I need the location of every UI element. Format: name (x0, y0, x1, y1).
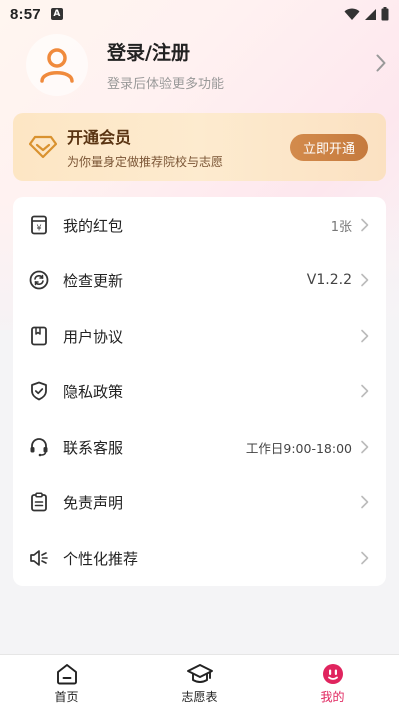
login-subtitle: 登录后体验更多功能 (107, 77, 225, 92)
bookmark-icon (29, 326, 49, 346)
battery-icon (381, 7, 389, 21)
graduation-cap-icon (186, 664, 213, 683)
user-icon (40, 48, 74, 83)
menu-label: 用户协议 (63, 327, 124, 346)
menu-label: 检查更新 (63, 271, 124, 290)
chevron-right-icon (361, 273, 369, 287)
tab-home[interactable]: 首页 (0, 655, 133, 711)
vip-text: 开通会员 为你量身定做推荐院校与志愿 (67, 124, 223, 170)
login-register-title[interactable]: 登录/注册 (107, 38, 224, 65)
tab-mine[interactable]: 我的 (266, 655, 399, 711)
tab-volunteer-form[interactable]: 志愿表 (133, 655, 266, 711)
red-packet-icon: ¥ (29, 215, 49, 235)
menu-item-red-packet[interactable]: ¥ 我的红包 1张 (13, 200, 386, 250)
refresh-icon (29, 270, 49, 290)
chevron-right-icon (361, 440, 369, 454)
menu-label: 我的红包 (63, 216, 124, 235)
tab-label: 志愿表 (181, 690, 218, 704)
menu-label: 免责声明 (63, 493, 124, 512)
menu-value: 1张 (330, 219, 352, 235)
wifi-icon (344, 8, 360, 20)
notification-a-icon: A (50, 8, 63, 20)
chevron-right-icon (361, 551, 369, 565)
tab-label: 我的 (320, 690, 345, 704)
vip-title: 开通会员 (67, 128, 132, 147)
menu-item-personalized-recommendation[interactable]: 个性化推荐 (13, 533, 386, 583)
chevron-right-icon[interactable] (376, 54, 386, 72)
chevron-right-icon (361, 495, 369, 509)
chevron-right-icon (361, 218, 369, 232)
settings-menu: ¥ 我的红包 1张 检查更新 V1.2.2 用户协议 隐私政策 联系客服 工作日… (13, 197, 386, 586)
vip-banner[interactable]: 开通会员 为你量身定做推荐院校与志愿 立即开通 (13, 113, 386, 181)
menu-item-privacy-policy[interactable]: 隐私政策 (13, 366, 386, 416)
profile-login-row[interactable]: 登录/注册 登录后体验更多功能 (26, 34, 386, 96)
menu-item-disclaimer[interactable]: 免责声明 (13, 477, 386, 527)
clipboard-icon (29, 492, 49, 512)
chevron-right-icon (361, 329, 369, 343)
vip-subtitle: 为你量身定做推荐院校与志愿 (67, 155, 224, 169)
status-time: 8:57 (10, 5, 41, 23)
headset-icon (29, 437, 49, 457)
svg-text:¥: ¥ (36, 224, 41, 233)
speaker-icon (29, 548, 49, 568)
home-icon (56, 664, 77, 685)
shield-check-icon (29, 381, 49, 401)
chevron-right-icon (361, 384, 369, 398)
menu-item-contact-service[interactable]: 联系客服 工作日9:00-18:00 (13, 422, 386, 472)
menu-item-check-update[interactable]: 检查更新 V1.2.2 (13, 255, 386, 305)
tab-label: 首页 (54, 690, 79, 704)
signal-icon (365, 8, 376, 20)
open-vip-button[interactable]: 立即开通 (290, 134, 368, 161)
avatar[interactable] (26, 34, 88, 96)
smiley-icon (322, 664, 343, 684)
diamond-icon (29, 135, 57, 159)
menu-label: 联系客服 (63, 438, 124, 457)
menu-value: V1.2.2 (306, 272, 352, 288)
status-icons (344, 7, 389, 21)
status-bar: 8:57 A (0, 0, 399, 28)
menu-label: 个性化推荐 (63, 549, 139, 568)
menu-label: 隐私政策 (63, 382, 124, 401)
profile-text: 登录/注册 登录后体验更多功能 (107, 38, 224, 92)
menu-item-user-agreement[interactable]: 用户协议 (13, 311, 386, 361)
bottom-tab-bar: 首页 志愿表 我的 (0, 654, 399, 711)
menu-value: 工作日9:00-18:00 (245, 440, 352, 456)
